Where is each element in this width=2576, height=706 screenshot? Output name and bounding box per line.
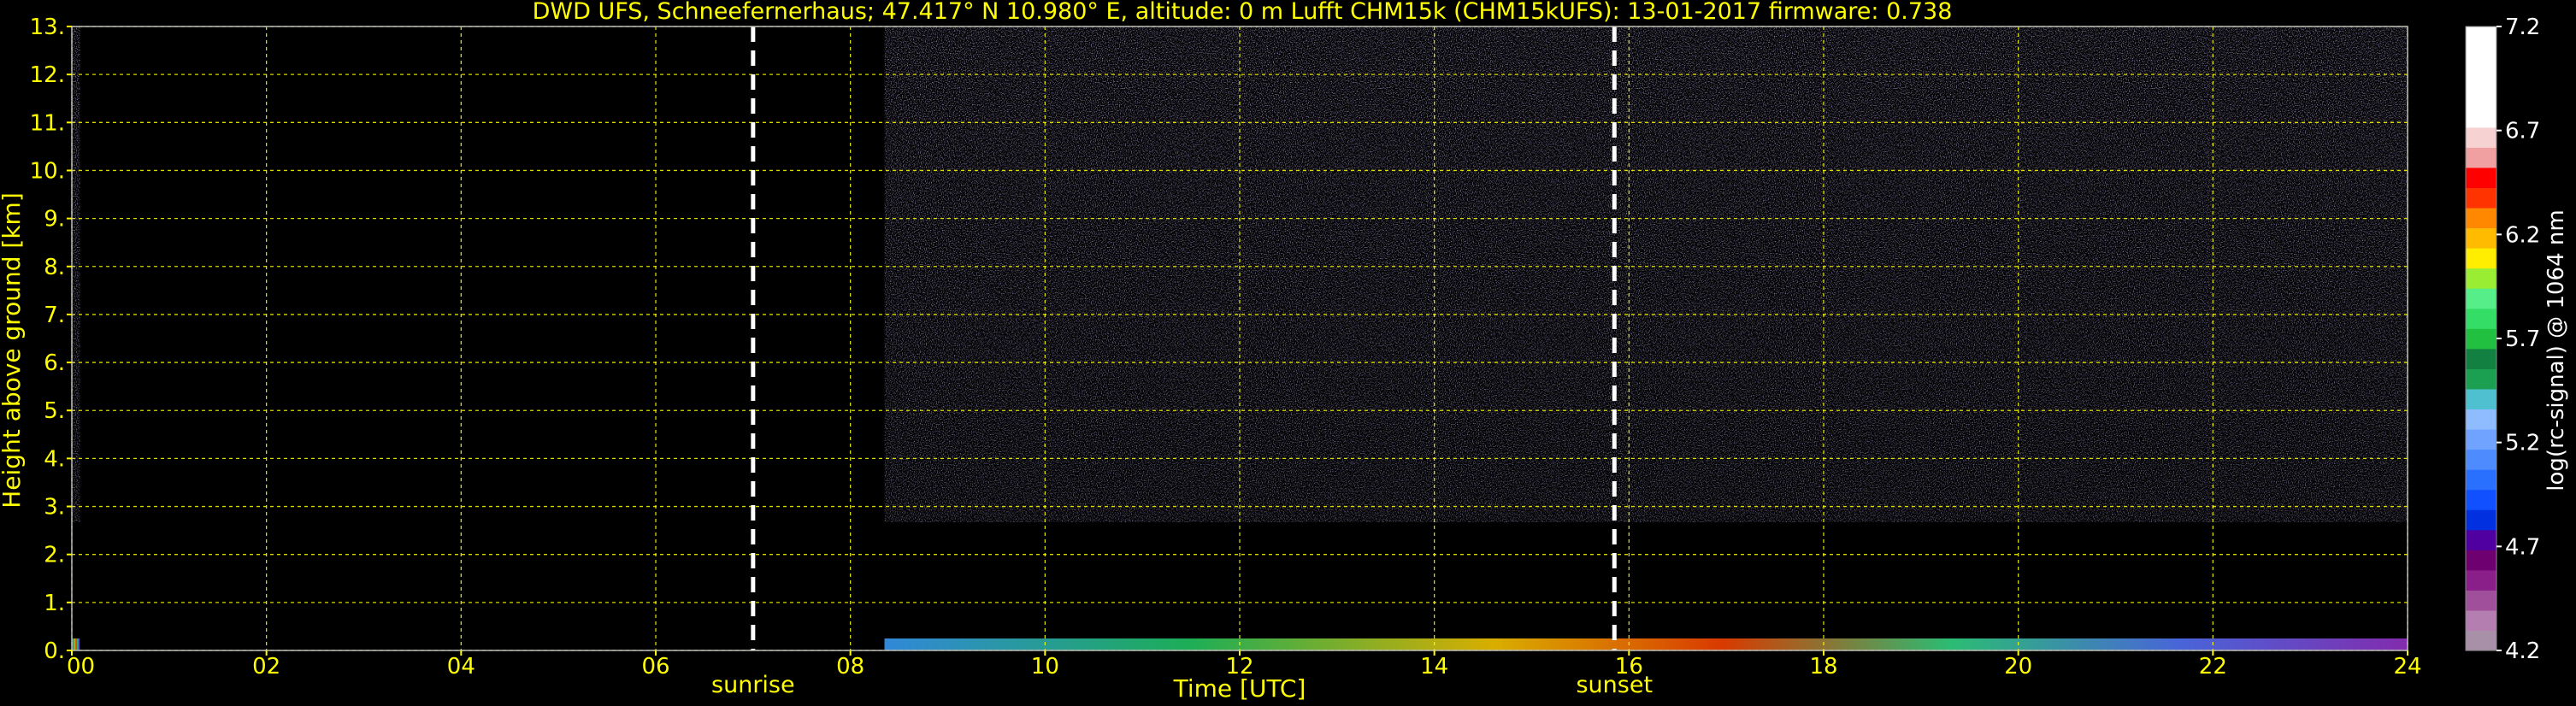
y-tick-label: 0. [44, 638, 65, 664]
x-tick-label: 14 [1420, 654, 1448, 680]
colorbar-step [2466, 308, 2496, 329]
x-tick-label: 16 [1615, 654, 1643, 680]
y-tick-label: 13. [30, 15, 65, 40]
colorbar-step [2466, 147, 2496, 168]
colorbar-label: log(rc-signal) @ 1064 nm [2544, 209, 2569, 491]
colorbar-step [2466, 26, 2496, 48]
colorbar-step [2466, 288, 2496, 309]
colorbar-step [2466, 388, 2496, 410]
colorbar-step [2466, 46, 2496, 68]
colorbar-step [2466, 428, 2496, 450]
colorbar-step [2466, 469, 2496, 491]
colorbar-step [2466, 67, 2496, 88]
y-axis-label: Height above ground [km] [0, 192, 26, 509]
colorbar-step [2466, 126, 2496, 148]
colorbar-tick-label: 5.2 [2505, 431, 2540, 456]
y-tick-label: 12. [30, 62, 65, 88]
colorbar-step [2466, 86, 2496, 108]
y-tick-label: 8. [44, 255, 65, 280]
y-tick-label: 6. [44, 350, 65, 376]
colorbar-tick-label: 7.2 [2505, 15, 2540, 40]
colorbar-step [2466, 207, 2496, 229]
signal-block [72, 26, 80, 522]
colorbar-step [2466, 187, 2496, 209]
colorbar-step [2466, 248, 2496, 269]
colorbar-tick-label: 6.2 [2505, 222, 2540, 248]
ceilometer-chart: sunrise sunset 00 02 04 06 08 10 12 14 16 18 20 22 24… [0, 0, 2569, 703]
colorbar-step [2466, 328, 2496, 350]
chart-title: DWD UFS, Schneefernerhaus; 47.417° N 10.… [533, 0, 1953, 25]
ground-signal [72, 638, 80, 650]
y-tick-label: 2. [44, 543, 65, 568]
x-tick-label: 10 [1031, 654, 1059, 680]
colorbar-step [2466, 167, 2496, 188]
colorbar-step [2466, 348, 2496, 369]
colorbar-step [2466, 449, 2496, 470]
ground-signal [884, 638, 2408, 650]
colorbar-step [2466, 569, 2496, 591]
colorbar-tick-label: 4.7 [2505, 534, 2540, 560]
y-tick-label: 9. [44, 207, 65, 232]
colorbar-tick-label: 5.7 [2505, 327, 2540, 352]
colorbar-step [2466, 630, 2496, 651]
x-axis-label: Time [UTC] [1173, 674, 1306, 703]
x-tick-label: 00 [67, 654, 95, 680]
x-tick-label: 06 [641, 654, 669, 680]
colorbar-step [2466, 590, 2496, 611]
x-tick-label: 02 [252, 654, 280, 680]
colorbar-step [2466, 107, 2496, 128]
y-tick-label: 7. [44, 303, 65, 328]
colorbar-step [2466, 227, 2496, 249]
colorbar-tick-label: 6.7 [2505, 119, 2540, 144]
colorbar-tick-label: 4.2 [2505, 638, 2540, 664]
y-tick-label: 1. [44, 591, 65, 616]
x-tick-label: 18 [1809, 654, 1837, 680]
x-tick-label: 08 [836, 654, 864, 680]
colorbar-step [2466, 509, 2496, 531]
x-tick-label: 20 [2004, 654, 2032, 680]
x-tick-label: 04 [447, 654, 475, 680]
y-tick-label: 5. [44, 398, 65, 424]
y-tick-label: 11. [30, 110, 65, 136]
y-tick-label: 4. [44, 446, 65, 472]
colorbar-step [2466, 368, 2496, 390]
colorbar-step [2466, 409, 2496, 430]
colorbar-step [2466, 268, 2496, 289]
colorbar-step [2466, 529, 2496, 550]
signal-block [884, 26, 2408, 522]
sunrise-label: sunrise [711, 672, 795, 698]
colorbar-step [2466, 489, 2496, 510]
y-tick-label: 3. [44, 495, 65, 521]
colorbar-step [2466, 609, 2496, 632]
x-tick-label: 22 [2199, 654, 2227, 680]
colorbar-step [2466, 550, 2496, 571]
x-tick-label: 24 [2393, 654, 2421, 680]
colorbar: 4.2 4.7 5.2 5.7 6.2 6.7 7.2 [2465, 15, 2540, 664]
y-tick-label: 10. [30, 158, 65, 184]
